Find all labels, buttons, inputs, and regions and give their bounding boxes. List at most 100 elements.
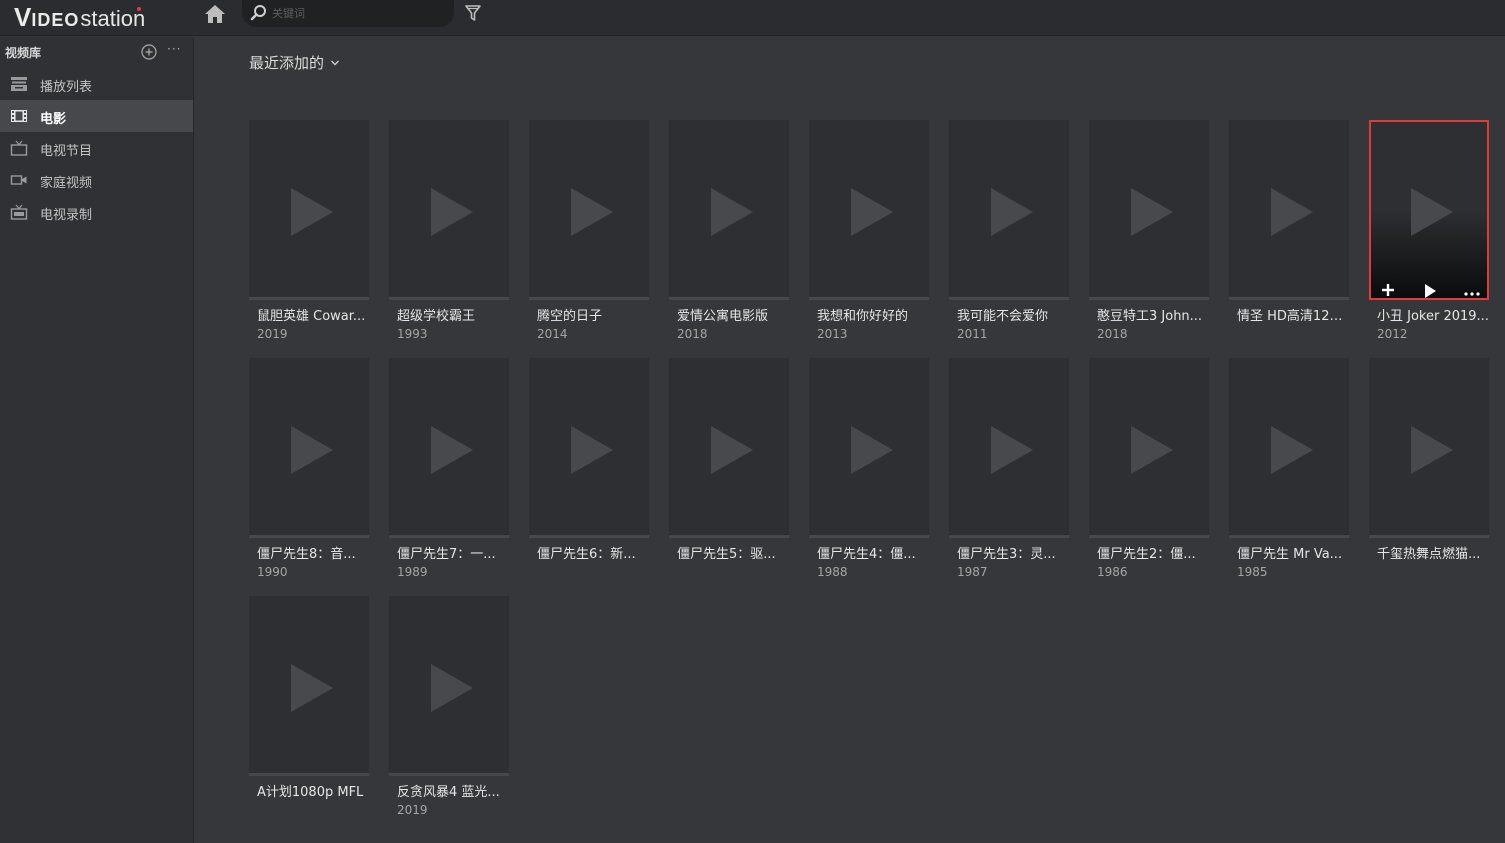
video-poster[interactable]: [1229, 120, 1349, 300]
video-poster[interactable]: [809, 358, 929, 538]
video-title[interactable]: 超级学校霸王: [397, 305, 509, 324]
play-placeholder-icon: [991, 426, 1033, 474]
play-placeholder-icon: [431, 664, 473, 712]
tv-icon: [10, 140, 28, 156]
video-title[interactable]: 腾空的日子: [537, 305, 649, 324]
video-title[interactable]: 僵尸先生7：一...: [397, 543, 509, 562]
logo-part-2: IDEO: [31, 10, 80, 30]
video-poster[interactable]: [949, 120, 1069, 300]
video-title[interactable]: 千玺热舞点燃猫...: [1377, 543, 1489, 562]
video-poster[interactable]: [529, 120, 649, 300]
video-poster[interactable]: [1229, 358, 1349, 538]
sidebar-item-movies[interactable]: 电影: [0, 100, 193, 132]
camera-icon: [10, 175, 27, 185]
video-card[interactable]: 爱情公寓电影版 2018: [669, 120, 789, 348]
video-title[interactable]: A计划1080p MFL: [257, 781, 369, 800]
video-card[interactable]: 我想和你好好的 2013: [809, 120, 929, 348]
play-icon[interactable]: [1421, 282, 1439, 298]
video-title[interactable]: 僵尸先生5：驱...: [677, 543, 789, 562]
movie-icon: [11, 110, 27, 122]
video-poster[interactable]: [389, 120, 509, 300]
video-year: 1985: [1237, 565, 1268, 579]
play-placeholder-icon: [571, 188, 613, 236]
add-library-button[interactable]: [141, 44, 157, 60]
video-card[interactable]: 僵尸先生5：驱...: [669, 358, 789, 586]
video-poster[interactable]: [389, 358, 509, 538]
video-title[interactable]: 鼠胆英雄 Cowar...: [257, 305, 369, 324]
video-poster[interactable]: [529, 358, 649, 538]
video-card[interactable]: 僵尸先生4：僵... 1988: [809, 358, 929, 586]
video-title[interactable]: 爱情公寓电影版: [677, 305, 789, 324]
video-poster[interactable]: [249, 120, 369, 300]
video-card[interactable]: 超级学校霸王 1993: [389, 120, 509, 348]
video-title[interactable]: 我可能不会爱你: [957, 305, 1069, 324]
video-card[interactable]: 僵尸先生 Mr Va... 1985: [1229, 358, 1349, 586]
play-placeholder-icon: [1271, 188, 1313, 236]
video-poster[interactable]: [669, 358, 789, 538]
video-card[interactable]: 憨豆特工3 John... 2018: [1089, 120, 1209, 348]
search-input[interactable]: [272, 4, 442, 22]
video-title[interactable]: 反贪风暴4 蓝光...: [397, 781, 509, 800]
video-card[interactable]: 情圣 HD高清128...: [1229, 120, 1349, 348]
video-poster[interactable]: [249, 358, 369, 538]
video-title[interactable]: 僵尸先生 Mr Va...: [1237, 543, 1349, 562]
video-card[interactable]: 僵尸先生2：僵... 1986: [1089, 358, 1209, 586]
sidebar-item-tv-shows[interactable]: 电视节目: [0, 132, 193, 164]
play-placeholder-icon: [291, 664, 333, 712]
video-card[interactable]: 小丑 Joker 2019... 2012: [1369, 120, 1489, 348]
video-card[interactable]: 僵尸先生8：音... 1990: [249, 358, 369, 586]
video-year: 1990: [257, 565, 288, 579]
sidebar-item-home-videos[interactable]: 家庭视频: [0, 164, 193, 196]
search-box[interactable]: [242, 0, 454, 27]
video-year: 2019: [257, 327, 288, 341]
video-card[interactable]: 僵尸先生7：一... 1989: [389, 358, 509, 586]
video-poster[interactable]: [1089, 358, 1209, 538]
add-icon[interactable]: [1379, 282, 1397, 298]
logo-part-3-text: station: [80, 6, 146, 31]
sort-dropdown[interactable]: 最近添加的: [249, 52, 340, 73]
video-card[interactable]: 腾空的日子 2014: [529, 120, 649, 348]
video-card[interactable]: 僵尸先生6：新...: [529, 358, 649, 586]
video-poster[interactable]: [949, 358, 1069, 538]
video-title[interactable]: 僵尸先生2：僵...: [1097, 543, 1209, 562]
video-title[interactable]: 情圣 HD高清128...: [1237, 305, 1349, 324]
sidebar-item-tv-recording[interactable]: 电视录制: [0, 196, 193, 228]
filter-button[interactable]: [463, 3, 483, 23]
video-card[interactable]: 鼠胆英雄 Cowar... 2019: [249, 120, 369, 348]
video-poster[interactable]: [809, 120, 929, 300]
more-icon[interactable]: [1463, 282, 1481, 298]
video-title[interactable]: 小丑 Joker 2019...: [1377, 305, 1489, 324]
sidebar-item-playlist[interactable]: 播放列表: [0, 68, 193, 100]
sidebar-item-label: 电视录制: [40, 208, 93, 223]
video-title[interactable]: 僵尸先生4：僵...: [817, 543, 929, 562]
video-poster[interactable]: [1369, 358, 1489, 538]
video-year: 2019: [397, 803, 428, 817]
video-card[interactable]: 僵尸先生3：灵... 1987: [949, 358, 1069, 586]
video-poster[interactable]: [249, 596, 369, 776]
video-title[interactable]: 僵尸先生3：灵...: [957, 543, 1069, 562]
video-card[interactable]: 千玺热舞点燃猫...: [1369, 358, 1489, 586]
video-poster[interactable]: [1089, 120, 1209, 300]
video-title[interactable]: 我想和你好好的: [817, 305, 929, 324]
sidebar: 视频库 ··· 播放列表 电影 电视节目 家庭视频 电视录制: [0, 37, 194, 843]
video-title[interactable]: 僵尸先生8：音...: [257, 543, 369, 562]
video-hover-actions: [1371, 274, 1487, 298]
play-placeholder-icon: [431, 188, 473, 236]
video-title[interactable]: 憨豆特工3 John...: [1097, 305, 1209, 324]
video-title[interactable]: 僵尸先生6：新...: [537, 543, 649, 562]
video-year: 2018: [1097, 327, 1128, 341]
top-bar: V IDEO station: [0, 0, 1505, 36]
sidebar-item-label: 播放列表: [40, 80, 93, 95]
video-poster[interactable]: [389, 596, 509, 776]
library-title: 视频库: [5, 46, 42, 60]
video-card[interactable]: 反贪风暴4 蓝光... 2019: [389, 596, 509, 824]
video-card[interactable]: A计划1080p MFL: [249, 596, 369, 824]
video-year: 1986: [1097, 565, 1128, 579]
library-nav: 播放列表 电影 电视节目 家庭视频 电视录制: [0, 68, 193, 228]
video-card[interactable]: 我可能不会爱你 2011: [949, 120, 1069, 348]
home-button[interactable]: [203, 2, 227, 26]
library-more-button[interactable]: ···: [167, 42, 185, 58]
video-year: 2013: [817, 327, 848, 341]
video-poster[interactable]: [1369, 120, 1489, 300]
video-poster[interactable]: [669, 120, 789, 300]
